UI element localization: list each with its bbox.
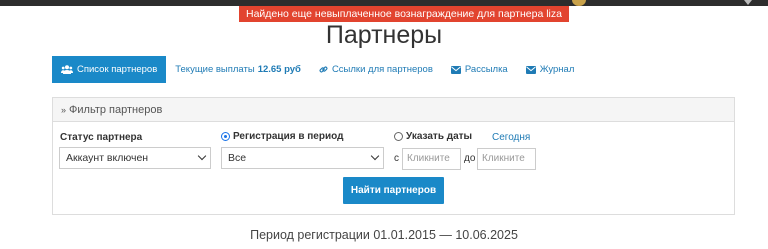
- tab-label: Ссылки для партнеров: [331, 64, 433, 75]
- envelope-icon: [525, 65, 536, 74]
- reg-period-select[interactable]: Все: [221, 147, 384, 169]
- date-to-input[interactable]: Кликните: [477, 148, 536, 170]
- envelope-icon: [450, 65, 461, 74]
- tab-current-payouts[interactable]: Текущие выплаты 12.65 руб: [166, 56, 310, 83]
- tab-label: Рассылка: [464, 64, 508, 75]
- filter-title: Фильтр партнеров: [69, 103, 163, 116]
- find-partners-button[interactable]: Найти партнеров: [343, 177, 444, 204]
- registration-period-text: Период регистрации 01.01.2015 — 10.06.20…: [250, 228, 518, 242]
- avatar[interactable]: [572, 0, 586, 6]
- users-icon: [61, 65, 73, 74]
- status-select-value: Аккаунт включен: [66, 152, 149, 164]
- double-chevron-down-icon: »: [61, 104, 67, 115]
- chevron-down-icon: [197, 151, 207, 161]
- status-label: Статус партнера: [60, 132, 143, 143]
- reg-period-label: Регистрация в период: [233, 131, 344, 142]
- status-select[interactable]: Аккаунт включен: [59, 147, 211, 169]
- today-link[interactable]: Сегодня: [492, 132, 530, 143]
- tab-label: Текущие выплаты: [175, 64, 255, 75]
- chevron-down-icon: [370, 151, 380, 161]
- link-icon: [319, 65, 328, 74]
- tab-label: Журнал: [539, 64, 575, 75]
- payout-amount: 12.65 руб: [257, 64, 301, 75]
- radio-unchecked-icon: [394, 132, 403, 141]
- filter-header[interactable]: » Фильтр партнеров: [53, 98, 734, 122]
- tab-mailing[interactable]: Рассылка: [442, 56, 517, 83]
- caret-down-icon[interactable]: [744, 0, 752, 5]
- date-from-input[interactable]: Кликните: [402, 148, 461, 170]
- page-title: Партнеры: [325, 21, 443, 49]
- tab-label: Список партнеров: [77, 64, 158, 75]
- tab-journal[interactable]: Журнал: [517, 56, 584, 83]
- radio-checked-icon: [221, 132, 230, 141]
- specify-dates-radio[interactable]: Указать даты: [394, 131, 472, 142]
- partner-tabs: Список партнеров Текущие выплаты 12.65 р…: [52, 56, 583, 83]
- specify-dates-label: Указать даты: [406, 131, 473, 142]
- date-from-label: с: [394, 153, 399, 164]
- tab-partner-links[interactable]: Ссылки для партнеров: [310, 56, 442, 83]
- date-to-label: до: [464, 153, 476, 164]
- reg-period-select-value: Все: [228, 152, 247, 164]
- reg-period-radio[interactable]: Регистрация в период: [221, 131, 343, 142]
- tab-partner-list[interactable]: Список партнеров: [52, 56, 167, 83]
